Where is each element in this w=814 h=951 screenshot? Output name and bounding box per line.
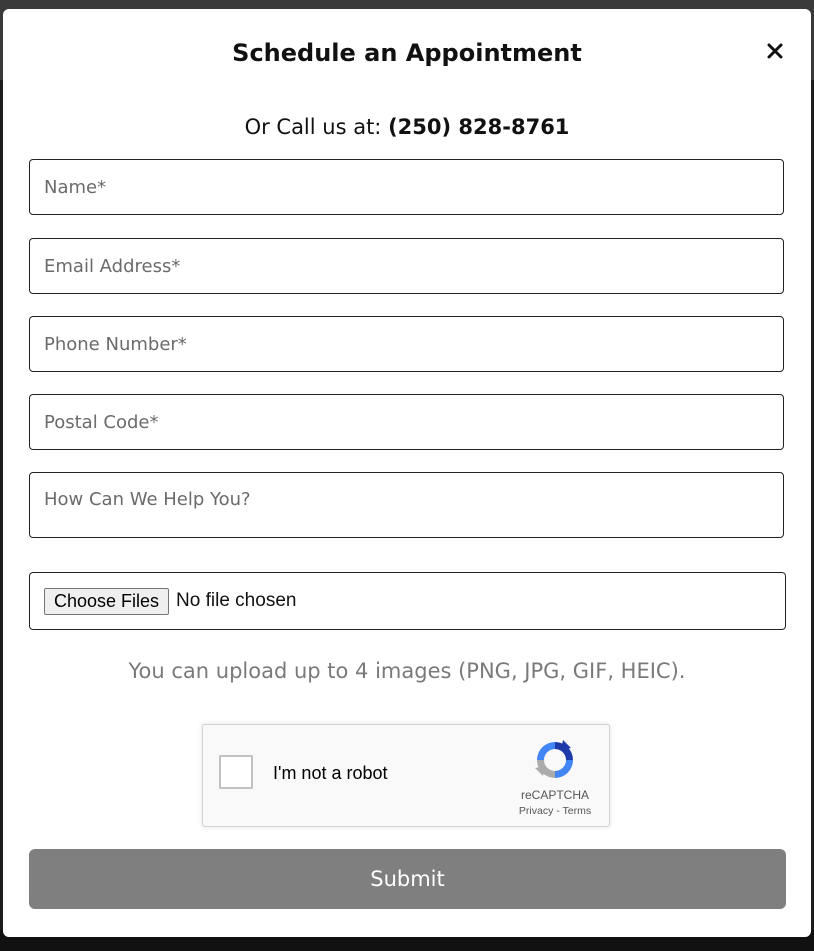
recaptcha-label: I'm not a robot	[273, 763, 388, 783]
close-icon	[767, 43, 783, 59]
email-field[interactable]	[29, 238, 784, 294]
help-message-field[interactable]	[29, 472, 784, 538]
appointment-modal: Schedule an Appointment Or Call us at: (…	[3, 9, 811, 937]
choose-files-button[interactable]: Choose Files	[44, 587, 170, 615]
upload-note: You can upload up to 4 images (PNG, JPG,…	[128, 659, 686, 683]
recaptcha-terms-link[interactable]: Terms	[563, 805, 592, 817]
recaptcha-links: Privacy - Terms	[503, 805, 607, 817]
call-us-prefix: Or Call us at:	[244, 115, 382, 139]
name-field[interactable]	[29, 159, 784, 215]
recaptcha-widget: I'm not a robot reCAPTCHA Privacy - Term…	[202, 724, 610, 827]
recaptcha-brand: reCAPTCHA	[520, 788, 589, 802]
modal-title: Schedule an Appointment	[232, 39, 582, 67]
close-button[interactable]	[763, 39, 787, 63]
file-upload-field: Choose Files No file chosen	[29, 572, 786, 630]
recaptcha-privacy-link[interactable]: Privacy	[519, 805, 553, 817]
phone-field[interactable]	[29, 316, 784, 372]
recaptcha-checkbox[interactable]	[219, 755, 253, 789]
file-status: No file chosen	[176, 590, 297, 611]
postal-code-field[interactable]	[29, 394, 784, 450]
phone-number-link[interactable]: (250) 828-8761	[388, 115, 569, 139]
call-us-line: Or Call us at: (250) 828-8761	[3, 115, 811, 139]
submit-button[interactable]: Submit	[29, 849, 786, 909]
recaptcha-logo-icon	[535, 740, 573, 778]
recaptcha-separator: -	[556, 805, 560, 817]
